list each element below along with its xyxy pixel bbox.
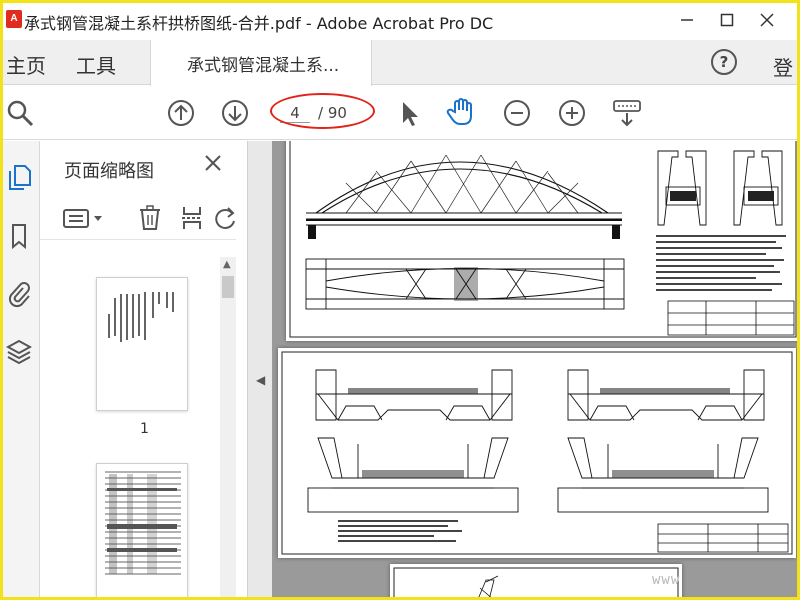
list-options-icon bbox=[63, 209, 102, 228]
extract-page-button[interactable] bbox=[178, 204, 206, 232]
tab-document[interactable]: 承式钢管混凝土系... bbox=[150, 40, 372, 86]
options-menu-button[interactable] bbox=[62, 204, 108, 232]
panel-title: 页面缩略图 bbox=[64, 161, 154, 182]
toolbar bbox=[0, 86, 800, 140]
rotate-icon bbox=[215, 207, 235, 229]
title-bar: A 承式钢管混凝土系杆拱桥图纸-合并.pdf - Adobe Acrobat P… bbox=[0, 0, 800, 40]
arrow-down-icon bbox=[222, 100, 248, 126]
previous-page-button[interactable] bbox=[166, 98, 196, 128]
hand-tool-button[interactable] bbox=[446, 97, 476, 127]
cross-section-drawing-sheet bbox=[281, 351, 793, 555]
left-rail bbox=[0, 141, 40, 600]
minus-circle-icon bbox=[504, 100, 530, 126]
bookmarks-button[interactable] bbox=[4, 221, 34, 251]
plus-circle-icon bbox=[559, 100, 585, 126]
close-icon bbox=[760, 13, 774, 27]
pdf-page-5 bbox=[390, 564, 682, 600]
hand-icon bbox=[446, 98, 472, 125]
layers-icon bbox=[6, 339, 32, 365]
scroll-up-icon[interactable]: ▲ bbox=[223, 259, 231, 270]
close-button[interactable] bbox=[752, 6, 782, 34]
layers-button[interactable] bbox=[4, 337, 34, 367]
trash-icon bbox=[140, 205, 160, 230]
paperclip-icon bbox=[8, 282, 30, 308]
window-title: 承式钢管混凝土系杆拱桥图纸-合并.pdf - Adobe Acrobat Pro… bbox=[24, 14, 494, 33]
search-icon bbox=[7, 100, 34, 127]
tab-row: 主页 工具 bbox=[0, 40, 800, 85]
watermark-text: www bbox=[652, 572, 681, 588]
maximize-icon bbox=[720, 13, 734, 27]
thumbnail-page-number: 1 bbox=[140, 421, 149, 437]
document-view[interactable] bbox=[272, 141, 800, 600]
zoom-out-button[interactable] bbox=[502, 98, 532, 128]
keyboard-download-icon bbox=[613, 100, 641, 127]
table-page-preview bbox=[105, 471, 181, 575]
question-mark-icon: ? bbox=[719, 53, 729, 71]
minimize-button[interactable] bbox=[672, 6, 702, 34]
thumbnail-panel: 页面缩略图 ▲ 1 bbox=[40, 141, 248, 600]
maximize-button[interactable] bbox=[712, 6, 742, 34]
pdf-page-3 bbox=[286, 141, 800, 341]
page-display-button[interactable] bbox=[612, 98, 642, 128]
thumbnail-scrollbar[interactable]: ▲ bbox=[220, 257, 236, 600]
search-button[interactable] bbox=[5, 98, 35, 128]
thumbnail-page-2[interactable] bbox=[96, 463, 188, 600]
panel-close-button[interactable] bbox=[204, 153, 222, 178]
panel-toolbar bbox=[40, 196, 236, 240]
pages-icon bbox=[9, 165, 31, 190]
document-tab-label: 承式钢管混凝土系... bbox=[187, 55, 340, 76]
tab-tools[interactable]: 工具 bbox=[76, 50, 116, 79]
panel-collapse-handle[interactable]: ◀ bbox=[248, 141, 272, 600]
login-link[interactable]: 登 bbox=[773, 52, 793, 81]
delete-page-button[interactable] bbox=[136, 204, 164, 232]
zoom-in-button[interactable] bbox=[557, 98, 587, 128]
bookmark-icon bbox=[12, 224, 26, 250]
attachments-button[interactable] bbox=[4, 279, 34, 309]
select-tool-button[interactable] bbox=[394, 98, 424, 128]
cursor-arrow-icon bbox=[403, 102, 418, 126]
close-icon bbox=[205, 155, 221, 171]
bridge-drawing-sheet bbox=[289, 141, 797, 338]
rotate-page-button[interactable] bbox=[214, 204, 236, 232]
thumbnail-page-1[interactable] bbox=[96, 277, 188, 411]
pdf-icon: A bbox=[6, 10, 22, 28]
next-page-preview bbox=[393, 567, 679, 600]
next-page-button[interactable] bbox=[220, 98, 250, 128]
highlight-ellipse bbox=[270, 93, 375, 129]
collapse-left-icon[interactable]: ◀ bbox=[256, 373, 265, 387]
page-split-icon bbox=[182, 207, 202, 229]
help-button[interactable]: ? bbox=[711, 49, 737, 75]
cover-page-preview bbox=[108, 292, 174, 342]
tab-home[interactable]: 主页 bbox=[6, 50, 46, 79]
page-thumbnails-button[interactable] bbox=[4, 163, 34, 193]
minimize-icon bbox=[681, 19, 693, 21]
arrow-up-icon bbox=[168, 100, 194, 126]
scrollbar-thumb[interactable] bbox=[222, 276, 234, 298]
pdf-page-4 bbox=[278, 348, 796, 558]
